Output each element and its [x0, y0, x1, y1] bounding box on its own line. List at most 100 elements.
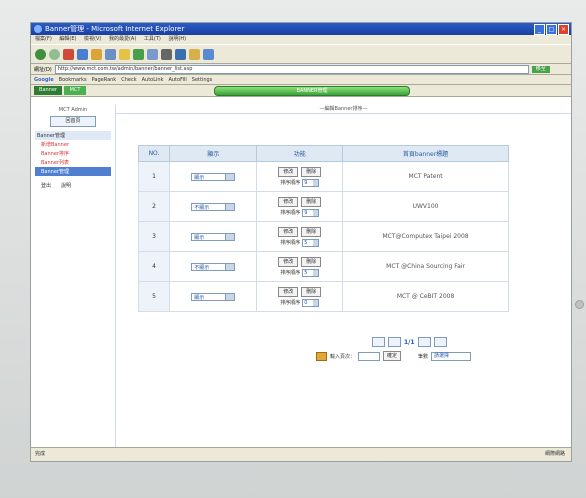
first-page-button[interactable]	[372, 337, 385, 347]
edit-icon[interactable]	[175, 48, 186, 60]
banner-title-cell: MCT @China Sourcing Fair	[342, 251, 509, 282]
per-page-label: 筆數	[418, 353, 429, 360]
row-number: 5	[138, 281, 170, 312]
table-row: 5 顯示 修改 刪除 排序順序 0 MCT @ CeBIT 2008	[138, 281, 509, 312]
status-bar: 完成 網際網路	[31, 447, 571, 461]
confirm-button[interactable]: 確定	[383, 351, 402, 361]
table-row: 3 顯示 修改 刪除 排序順序 5 MCT@Computex Taipei 2008	[138, 221, 509, 252]
links-item[interactable]: AutoLink	[142, 77, 164, 83]
delete-button[interactable]: 刪除	[301, 226, 322, 237]
column-header-no: NO.	[138, 145, 170, 162]
display-select[interactable]: 顯示	[191, 292, 236, 301]
order-select[interactable]: 9	[302, 178, 320, 187]
banner-title-cell: UWV100	[342, 191, 509, 222]
edit-button[interactable]: 修改	[278, 166, 299, 177]
next-page-button[interactable]	[417, 337, 431, 347]
browser-window: Banner管理 - Microsoft Internet Explorer _…	[30, 22, 572, 462]
delete-button[interactable]: 刪除	[301, 196, 322, 207]
folder-icon[interactable]	[189, 48, 200, 60]
address-input[interactable]: http://www.mct.com.tw/admin/banner/banne…	[54, 64, 529, 74]
edit-button[interactable]: 修改	[278, 196, 299, 207]
sidebar-group-title[interactable]: Banner管理	[35, 131, 111, 140]
chevron-down-icon	[225, 203, 235, 210]
banner-title: BANNER管理	[214, 85, 410, 96]
close-icon[interactable]: ×	[558, 24, 569, 35]
brand-logo-2[interactable]: MCT	[64, 86, 86, 95]
sidebar-bottom-links: 登出 說明	[41, 182, 115, 189]
chevron-down-icon	[225, 293, 235, 300]
jump-label: 輸入頁次：	[330, 353, 356, 360]
display-select[interactable]: 顯示	[191, 172, 236, 181]
google-label[interactable]: Google	[34, 77, 54, 83]
toolbar	[31, 44, 571, 64]
delete-button[interactable]: 刪除	[301, 286, 322, 297]
order-label: 排序順序	[280, 180, 301, 186]
back-icon[interactable]	[35, 48, 46, 60]
menu-file[interactable]: 檔案(F)	[35, 36, 52, 42]
delete-button[interactable]: 刪除	[301, 256, 322, 267]
order-select[interactable]: 9	[302, 208, 320, 217]
maximize-icon[interactable]: □	[546, 24, 557, 35]
chevron-down-icon	[225, 263, 235, 270]
order-label: 排序順序	[280, 300, 301, 306]
sidebar-item-selected[interactable]: Banner管理	[35, 167, 111, 176]
menu-tools[interactable]: 工具(T)	[144, 36, 161, 42]
menu-edit[interactable]: 編輯(E)	[59, 36, 76, 42]
links-item[interactable]: Bookmarks	[59, 77, 87, 83]
links-item[interactable]: AutoFill	[168, 77, 186, 83]
page-indicator: 1/1	[404, 338, 415, 346]
search-icon[interactable]	[105, 48, 116, 60]
help-link[interactable]: 說明	[61, 182, 71, 189]
security-zone: 網際網路	[544, 451, 565, 457]
page-number-input[interactable]	[358, 351, 381, 361]
row-number: 1	[138, 161, 170, 192]
monitor-frame: Banner管理 - Microsoft Internet Explorer _…	[0, 0, 586, 498]
brand-logo[interactable]: Banner	[34, 86, 62, 95]
page-title: —編輯Banner排序—	[116, 105, 571, 114]
sidebar-item-banner-order[interactable]: Banner排序	[35, 149, 111, 158]
refresh-icon[interactable]	[77, 48, 88, 60]
logout-link[interactable]: 登出	[41, 182, 51, 189]
prev-page-button[interactable]	[388, 337, 401, 347]
last-page-button[interactable]	[433, 337, 447, 347]
home-button[interactable]: 回首頁	[50, 116, 96, 127]
sidebar-item-add-banner[interactable]: 新增Banner	[35, 140, 111, 149]
per-page-select[interactable]: 請選擇	[431, 351, 472, 361]
order-label: 排序順序	[280, 240, 301, 246]
pagination: 1/1	[372, 337, 447, 347]
menu-favorites[interactable]: 我的最愛(A)	[109, 36, 136, 42]
sidebar-group: Banner管理 新增Banner Banner排序 Banner列表 Bann…	[35, 131, 111, 176]
display-select[interactable]: 不顯示	[191, 262, 236, 271]
links-item[interactable]: PageRank	[92, 77, 117, 83]
history-icon[interactable]	[133, 48, 144, 60]
links-item[interactable]: Check	[121, 77, 136, 83]
minimize-icon[interactable]: _	[534, 24, 545, 35]
table-row: 4 不顯示 修改 刪除 排序順序 5 MCT @China Sourcing Fair	[138, 251, 509, 282]
display-select[interactable]: 不顯示	[191, 202, 236, 211]
messenger-icon[interactable]	[203, 48, 214, 60]
go-button[interactable]: 移至	[531, 65, 550, 73]
favorites-icon[interactable]	[119, 48, 130, 60]
edit-button[interactable]: 修改	[278, 256, 299, 267]
edit-button[interactable]: 修改	[278, 286, 299, 297]
delete-button[interactable]: 刪除	[301, 166, 322, 177]
mail-icon[interactable]	[147, 48, 158, 60]
order-select[interactable]: 0	[302, 298, 320, 307]
ie-icon	[34, 25, 42, 33]
edit-button[interactable]: 修改	[278, 226, 299, 237]
menu-help[interactable]: 說明(H)	[168, 36, 186, 42]
order-select[interactable]: 5	[302, 238, 320, 247]
main-panel: —編輯Banner排序— NO. 顯示 功能 首頁banner標題 1 顯示 修…	[116, 105, 571, 448]
status-text: 完成	[35, 451, 46, 457]
sidebar: MCT Admin 回首頁 Banner管理 新增Banner Banner排序…	[31, 105, 116, 448]
stop-icon[interactable]	[63, 48, 74, 60]
window-controls: _ □ ×	[534, 24, 569, 35]
sidebar-item-banner-list[interactable]: Banner列表	[35, 158, 111, 167]
links-item[interactable]: Settings	[192, 77, 213, 83]
forward-icon[interactable]	[49, 48, 60, 60]
display-select[interactable]: 顯示	[191, 232, 236, 241]
print-icon[interactable]	[161, 48, 172, 60]
menu-view[interactable]: 檢視(V)	[84, 36, 101, 42]
home-icon[interactable]	[91, 48, 102, 60]
order-select[interactable]: 5	[302, 268, 320, 277]
